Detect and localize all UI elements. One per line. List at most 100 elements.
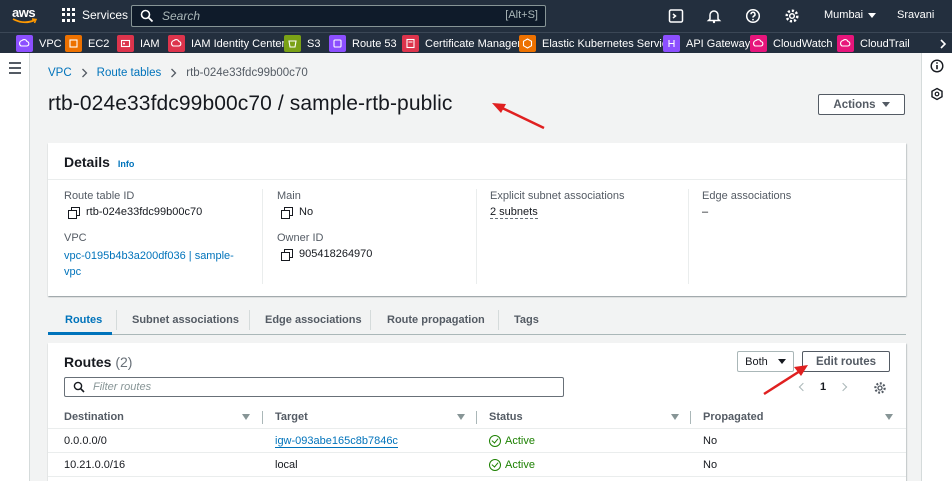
tab-divider — [249, 310, 250, 330]
vpc-link-line1[interactable]: vpc-0195b4b3a200df036 | sample- — [64, 248, 234, 264]
route-table-id-label: Route table ID — [64, 190, 135, 202]
page-title: rtb-024e33fdc99b00c70 / sample-rtb-publi… — [48, 92, 453, 115]
status-ok-icon — [489, 459, 501, 471]
search-box[interactable]: [Alt+S] — [131, 5, 546, 27]
identity-center-icon — [168, 35, 185, 52]
sort-icon[interactable] — [671, 414, 679, 420]
vpc-link[interactable]: vpc-0195b4b3a200df036 | sample- vpc — [64, 248, 234, 280]
breadcrumb-route-tables[interactable]: Route tables — [97, 67, 162, 79]
tab-route-propagation[interactable]: Route propagation — [387, 314, 485, 326]
column-status[interactable]: Status — [489, 411, 523, 423]
grid-icon — [62, 8, 76, 22]
user-label: Sravani — [897, 9, 935, 21]
favorite-label: IAM — [140, 37, 160, 50]
favorite-iam[interactable]: IAM — [117, 34, 160, 53]
column-divider[interactable] — [262, 411, 263, 424]
column-divider — [688, 189, 689, 284]
route-filter-select[interactable]: Both — [737, 351, 794, 372]
favorite-label: IAM Identity Center — [191, 37, 286, 50]
status-cell: Active — [489, 435, 535, 447]
favorite-label: API Gateway — [686, 37, 751, 50]
actions-button[interactable]: Actions — [818, 94, 905, 115]
services-menu-button[interactable]: Services — [62, 8, 128, 22]
table-row: 0.0.0.0/0 igw-093abe165c8b7846c Active N… — [48, 429, 906, 453]
info-panel-icon[interactable] — [930, 59, 944, 73]
status-ok-icon — [489, 435, 501, 447]
copy-icon[interactable] — [281, 207, 293, 219]
chevron-right-icon — [940, 38, 947, 49]
favorite-label: CloudTrail — [860, 37, 910, 50]
tab-routes[interactable]: Routes — [65, 314, 102, 326]
copy-icon[interactable] — [68, 207, 80, 219]
sort-icon[interactable] — [457, 414, 465, 420]
gear-icon[interactable] — [784, 8, 800, 24]
favorite-vpc[interactable]: VPC — [16, 34, 62, 53]
bell-icon[interactable] — [706, 8, 722, 24]
filter-routes-input[interactable] — [93, 381, 513, 393]
tab-tags[interactable]: Tags — [514, 314, 539, 326]
column-destination[interactable]: Destination — [64, 411, 124, 423]
edge-associations-label: Edge associations — [702, 190, 792, 202]
vpc-icon — [16, 35, 33, 52]
tab-divider — [370, 310, 371, 330]
page-number[interactable]: 1 — [820, 381, 826, 393]
favorite-route-53[interactable]: Route 53 — [329, 34, 397, 53]
favorite-api-gateway[interactable]: API Gateway — [663, 34, 750, 53]
column-propagated[interactable]: Propagated — [703, 411, 764, 423]
column-divider — [262, 189, 263, 284]
status-text: Active — [505, 435, 535, 447]
destination-cell: 10.21.0.0/16 — [64, 459, 126, 471]
tab-divider — [498, 310, 499, 330]
tab-edge-associations[interactable]: Edge associations — [265, 314, 362, 326]
favorite-certificate-manager[interactable]: Certificate Manager — [402, 34, 521, 53]
menu-icon[interactable] — [9, 62, 21, 77]
aws-logo[interactable]: aws — [10, 4, 44, 28]
info-link[interactable]: Info — [118, 159, 135, 169]
favorite-label: EC2 — [88, 37, 110, 50]
favorite-cloudwatch[interactable]: CloudWatch — [750, 34, 833, 53]
favorite-s3[interactable]: S3 — [284, 34, 320, 53]
favorite-label: S3 — [307, 37, 321, 50]
feedback-icon[interactable] — [930, 87, 944, 101]
favorite-cloudtrail[interactable]: CloudTrail — [837, 34, 910, 53]
favorites-more-button[interactable] — [934, 35, 952, 52]
ec2-icon — [65, 35, 82, 52]
actions-label: Actions — [833, 98, 876, 111]
region-selector[interactable]: Mumbai — [824, 9, 877, 21]
explicit-subnet-field: Explicit subnet associations 2 subnets — [490, 190, 625, 219]
main-label: Main — [277, 190, 301, 202]
destination-cell: 0.0.0.0/0 — [64, 435, 107, 447]
vpc-link-line2[interactable]: vpc — [64, 264, 234, 280]
chevron-right-icon — [171, 68, 177, 78]
breadcrumb-vpc[interactable]: VPC — [48, 67, 72, 79]
cloudshell-icon[interactable] — [668, 8, 684, 24]
sort-icon[interactable] — [885, 414, 893, 420]
edit-routes-button[interactable]: Edit routes — [802, 351, 890, 372]
favorite-iam-identity-center[interactable]: IAM Identity Center — [168, 34, 285, 53]
account-menu[interactable]: Sravani — [897, 9, 934, 21]
favorite-eks[interactable]: Elastic Kubernetes Service — [519, 34, 673, 53]
breadcrumb-current: rtb-024e33fdc99b00c70 — [186, 67, 308, 79]
column-divider[interactable] — [690, 411, 691, 424]
favorites-bar: VPC EC2 IAM IAM Identity Center S3 Route… — [0, 32, 952, 53]
column-target[interactable]: Target — [275, 411, 308, 423]
subnets-link[interactable]: 2 subnets — [490, 206, 538, 219]
filter-routes-box[interactable] — [64, 377, 564, 397]
copy-icon[interactable] — [281, 249, 293, 261]
main-value: No — [299, 206, 314, 218]
target-link[interactable]: igw-093abe165c8b7846c — [275, 435, 398, 448]
gear-icon[interactable] — [873, 381, 887, 395]
edge-associations-value: – — [702, 206, 709, 218]
favorite-ec2[interactable]: EC2 — [65, 34, 109, 53]
column-divider[interactable] — [476, 411, 477, 424]
chevron-left-icon[interactable] — [798, 382, 808, 392]
search-input[interactable] — [162, 9, 482, 23]
details-title: Details — [64, 154, 110, 170]
tab-subnet-associations[interactable]: Subnet associations — [132, 314, 239, 326]
help-icon[interactable] — [745, 8, 761, 24]
routes-table-header: Destination Target Status Propagated — [48, 406, 906, 429]
chevron-right-icon[interactable] — [838, 382, 848, 392]
sort-icon[interactable] — [242, 414, 250, 420]
route-table-id-value: rtb-024e33fdc99b00c70 — [86, 206, 203, 218]
edit-routes-label: Edit routes — [815, 355, 877, 368]
